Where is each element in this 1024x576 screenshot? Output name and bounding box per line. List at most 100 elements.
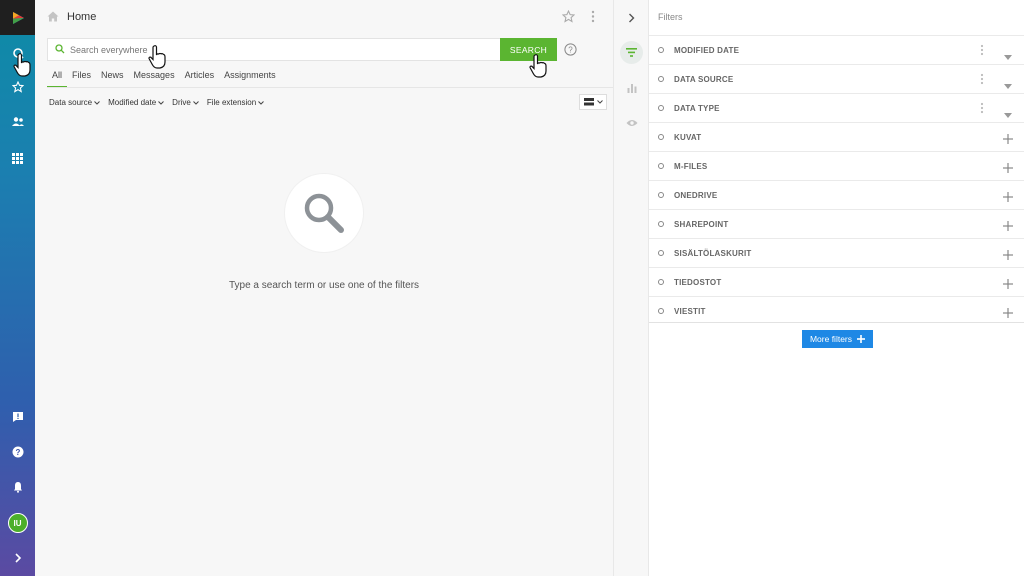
chevron-down-icon xyxy=(158,100,165,105)
rail-help-button[interactable]: ? xyxy=(0,435,35,469)
people-icon xyxy=(11,117,24,126)
filter-radio[interactable] xyxy=(658,163,664,169)
filter-row-sis-lt-laskurit[interactable]: SISÄLTÖLASKURIT xyxy=(649,238,1024,267)
more-vertical-icon xyxy=(980,44,984,56)
filter-add-button[interactable] xyxy=(1003,160,1013,178)
page-menu-button[interactable] xyxy=(591,10,595,28)
filter-label: TIEDOSTOT xyxy=(674,278,722,287)
chevron-right-icon xyxy=(14,553,21,563)
filter-menu-button[interactable] xyxy=(980,43,984,61)
filter-radio[interactable] xyxy=(658,76,664,82)
apps-grid-icon xyxy=(12,152,23,164)
filter-row-tiedostot[interactable]: TIEDOSTOT xyxy=(649,267,1024,296)
home-icon xyxy=(47,11,59,22)
filter-menu-button[interactable] xyxy=(980,72,984,90)
favorite-button[interactable] xyxy=(561,9,576,28)
tab-all[interactable]: All xyxy=(47,68,68,88)
filter-row-onedrive[interactable]: ONEDRIVE xyxy=(649,180,1024,209)
more-vertical-icon xyxy=(980,102,984,114)
tab-news[interactable]: News xyxy=(96,68,129,88)
file-extension-dropdown[interactable]: File extension xyxy=(207,98,265,107)
filter-lines-icon xyxy=(626,48,637,57)
filter-radio[interactable] xyxy=(658,47,664,53)
logo-icon xyxy=(12,11,24,24)
filter-row-data-type[interactable]: DATA TYPE xyxy=(649,93,1024,122)
dropdown-label: Data source xyxy=(49,98,93,107)
filter-label: SISÄLTÖLASKURIT xyxy=(674,249,752,258)
magnifier-icon xyxy=(304,193,344,233)
more-vertical-icon xyxy=(591,10,595,23)
tab-files[interactable]: Files xyxy=(67,68,96,88)
rail-feedback-button[interactable] xyxy=(0,400,35,434)
filter-label: SHAREPOINT xyxy=(674,220,729,229)
avatar: IU xyxy=(7,513,28,533)
plus-icon xyxy=(1003,308,1013,318)
filter-radio[interactable] xyxy=(658,308,664,314)
result-tabs: All Files News Messages Articles Assignm… xyxy=(47,68,281,88)
filter-label: KUVAT xyxy=(674,133,702,142)
filter-menu-button[interactable] xyxy=(980,101,984,119)
data-source-dropdown[interactable]: Data source xyxy=(49,98,100,107)
filter-radio[interactable] xyxy=(658,192,664,198)
more-vertical-icon xyxy=(980,73,984,85)
filter-label: DATA TYPE xyxy=(674,104,720,113)
filter-add-button[interactable] xyxy=(1003,305,1013,323)
view-mode-toggle[interactable] xyxy=(579,94,607,110)
filter-row-m-files[interactable]: M-FILES xyxy=(649,151,1024,180)
tab-messages[interactable]: Messages xyxy=(129,68,180,88)
main-content: Home SEARCH ? All Files News Messages Ar xyxy=(35,0,613,576)
plus-icon xyxy=(1003,279,1013,289)
chevron-right-icon xyxy=(629,13,635,22)
feedback-icon xyxy=(12,412,23,422)
search-input[interactable] xyxy=(70,41,490,59)
drive-dropdown[interactable]: Drive xyxy=(172,98,199,107)
filter-add-button[interactable] xyxy=(1003,247,1013,265)
filter-row-modified-date[interactable]: MODIFIED DATE xyxy=(649,35,1024,64)
modified-date-dropdown[interactable]: Modified date xyxy=(108,98,165,107)
filter-add-button[interactable] xyxy=(1003,276,1013,294)
user-avatar-button[interactable]: IU xyxy=(0,506,35,540)
filter-row-viestit[interactable]: VIESTIT xyxy=(649,296,1024,325)
filter-add-button[interactable] xyxy=(1003,189,1013,207)
preview-panel-button[interactable] xyxy=(620,111,643,134)
filter-expand-button[interactable] xyxy=(1004,47,1012,65)
plus-icon xyxy=(1003,192,1013,202)
filter-row-kuvat[interactable]: KUVAT xyxy=(649,122,1024,151)
tab-articles[interactable]: Articles xyxy=(180,68,220,88)
tab-assignments[interactable]: Assignments xyxy=(219,68,281,88)
svg-text:?: ? xyxy=(568,45,573,54)
more-filters-label: More filters xyxy=(809,334,853,344)
collapse-panel-button[interactable] xyxy=(620,6,643,29)
filter-radio[interactable] xyxy=(658,134,664,140)
search-help-button[interactable]: ? xyxy=(564,43,577,61)
top-bar: Home xyxy=(35,0,613,35)
filter-radio[interactable] xyxy=(658,221,664,227)
plus-icon xyxy=(1003,250,1013,260)
left-nav-rail: ? IU xyxy=(0,0,35,576)
filter-row-data-source[interactable]: DATA SOURCE xyxy=(649,64,1024,93)
filter-expand-button[interactable] xyxy=(1004,105,1012,123)
rail-apps-button[interactable] xyxy=(0,141,35,175)
more-filters-button[interactable]: More filters xyxy=(802,330,873,348)
filter-expand-button[interactable] xyxy=(1004,76,1012,94)
filters-panel-title: Filters xyxy=(658,12,683,22)
rail-expand-button[interactable] xyxy=(0,541,35,575)
filter-radio[interactable] xyxy=(658,105,664,111)
statistics-panel-button[interactable] xyxy=(620,76,643,99)
question-circle-icon: ? xyxy=(564,43,577,56)
app-logo[interactable] xyxy=(0,0,35,35)
filter-label: MODIFIED DATE xyxy=(674,46,740,55)
panel-toolbar xyxy=(613,0,648,576)
filter-add-button[interactable] xyxy=(1003,218,1013,236)
filter-add-button[interactable] xyxy=(1003,131,1013,149)
filter-radio[interactable] xyxy=(658,250,664,256)
plus-icon xyxy=(857,335,866,343)
plus-icon xyxy=(1003,221,1013,231)
filter-radio[interactable] xyxy=(658,279,664,285)
rail-people-button[interactable] xyxy=(0,105,35,139)
filters-panel-button[interactable] xyxy=(620,41,643,64)
filter-label: ONEDRIVE xyxy=(674,191,718,200)
rail-notifications-button[interactable] xyxy=(0,470,35,504)
chevron-down-icon xyxy=(596,100,603,104)
filter-row-sharepoint[interactable]: SHAREPOINT xyxy=(649,209,1024,238)
